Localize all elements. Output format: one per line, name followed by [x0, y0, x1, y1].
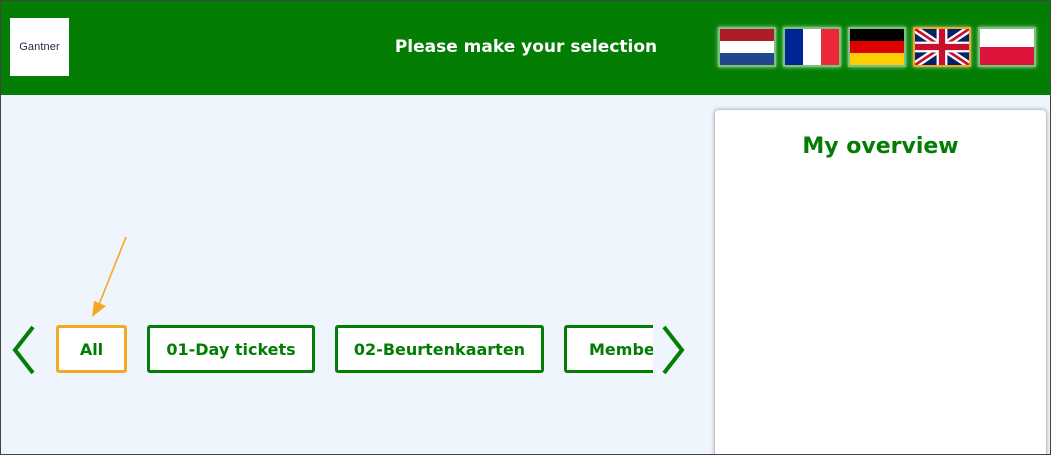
category-all-button[interactable]: All — [56, 325, 127, 373]
netherlands-flag-icon — [720, 29, 774, 65]
flag-netherlands-button[interactable] — [718, 27, 776, 67]
flag-poland-button[interactable] — [978, 27, 1036, 67]
flag-france-button[interactable] — [783, 27, 841, 67]
flag-germany-button[interactable] — [848, 27, 906, 67]
kiosk-window: Gantner Please make your selection All 0… — [0, 0, 1051, 455]
category-beurtenkaarten-button[interactable]: 02-Beurtenkaarten — [335, 325, 544, 373]
flag-uk-button[interactable] — [913, 27, 971, 67]
germany-flag-icon — [850, 29, 904, 65]
category-day-tickets-button[interactable]: 01-Day tickets — [147, 325, 315, 373]
poland-flag-icon — [980, 29, 1034, 65]
overview-panel: My overview — [715, 110, 1046, 454]
overview-title: My overview — [802, 134, 959, 159]
uk-flag-icon — [915, 29, 969, 65]
france-flag-icon — [785, 29, 839, 65]
chevron-right-icon — [662, 325, 685, 375]
category-carousel: All 01-Day tickets 02-Beurtenkaarten Mem… — [1, 1, 653, 454]
category-memberships-button[interactable]: Membe — [564, 325, 653, 373]
carousel-next-button[interactable] — [658, 323, 688, 377]
